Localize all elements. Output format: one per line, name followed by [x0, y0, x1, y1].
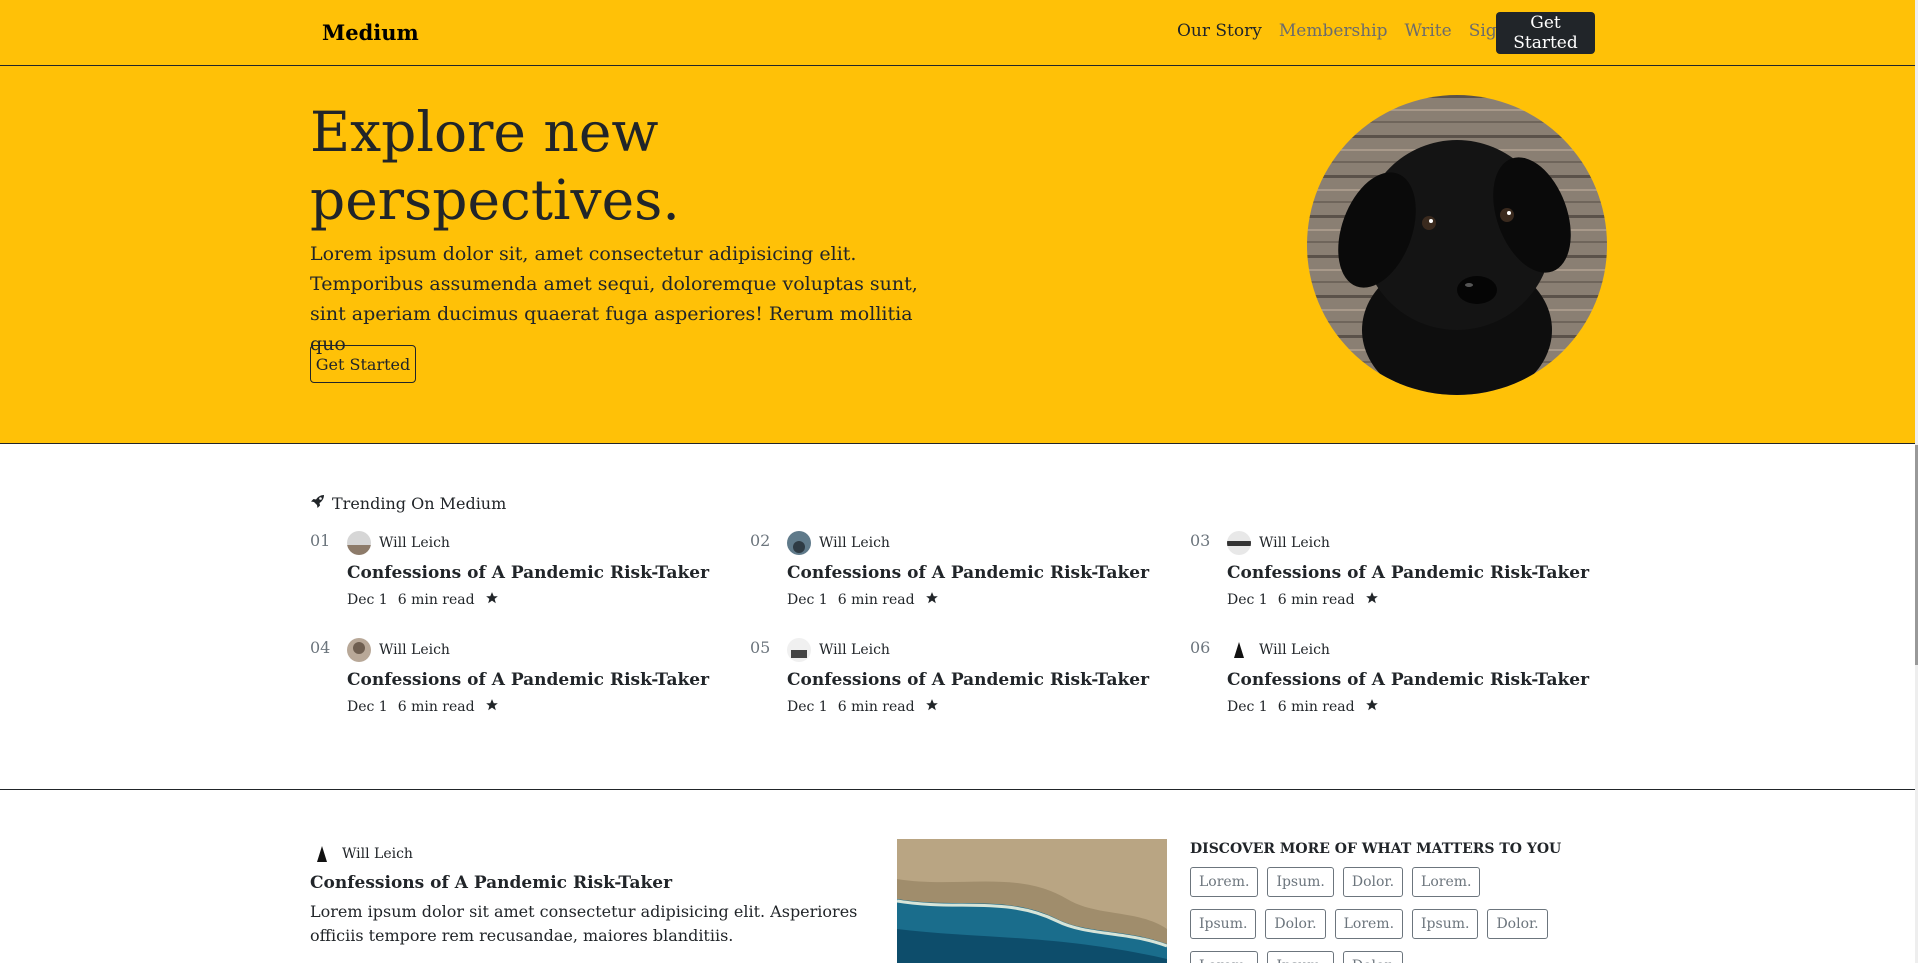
nav-link-our-story[interactable]: Our Story — [1177, 21, 1262, 41]
read-time: 6 min read — [837, 592, 915, 608]
nav-link-write[interactable]: Write — [1405, 21, 1452, 41]
topic-tag[interactable]: Lorem. — [1190, 867, 1259, 897]
trending-number: 06 — [1190, 638, 1211, 657]
rocket-icon — [310, 493, 326, 513]
trending-number: 04 — [310, 638, 331, 657]
nav-link-membership[interactable]: Membership — [1279, 21, 1388, 41]
nav-get-started-button[interactable]: Get Started — [1496, 12, 1595, 54]
discover-tags: Lorem. Ipsum. Dolor. Lorem. Ipsum. Dolor… — [1190, 867, 1550, 963]
brand-logo[interactable]: Medium — [322, 20, 419, 45]
navbar: Medium Our Story Membership Write Sign I… — [0, 0, 1918, 66]
avatar — [1227, 638, 1251, 662]
trending-title[interactable]: Confessions of A Pandemic Risk-Taker — [1227, 563, 1589, 583]
trending-title[interactable]: Confessions of A Pandemic Risk-Taker — [347, 670, 709, 690]
trending-item[interactable]: 04 Will Leich Confessions of A Pandemic … — [310, 638, 730, 728]
topic-tag[interactable]: Lorem. — [1412, 867, 1481, 897]
post-date: Dec 1 — [787, 699, 828, 715]
topic-tag[interactable]: Ipsum. — [1267, 951, 1334, 963]
hero-get-started-button[interactable]: Get Started — [310, 345, 416, 383]
trending-title[interactable]: Confessions of A Pandemic Risk-Taker — [787, 670, 1149, 690]
topic-tag[interactable]: Dolor. — [1487, 909, 1548, 939]
hero-section: Explore new perspectives. Lorem ipsum do… — [0, 66, 1918, 444]
read-time: 6 min read — [1277, 592, 1355, 608]
topic-tag[interactable]: Ipsum. — [1412, 909, 1479, 939]
author-name: Will Leich — [1259, 642, 1330, 658]
star-icon — [1365, 698, 1379, 716]
post-date: Dec 1 — [787, 592, 828, 608]
avatar — [347, 531, 371, 555]
avatar — [347, 638, 371, 662]
star-icon — [485, 591, 499, 609]
read-time: 6 min read — [397, 699, 475, 715]
avatar — [787, 638, 811, 662]
star-icon — [925, 591, 939, 609]
trending-meta: Dec 1 6 min read — [1227, 591, 1379, 609]
trending-title[interactable]: Confessions of A Pandemic Risk-Taker — [347, 563, 709, 583]
trending-heading: Trending On Medium — [310, 493, 506, 513]
topic-tag[interactable]: Dolor. — [1265, 909, 1326, 939]
trending-meta: Dec 1 6 min read — [787, 698, 939, 716]
trending-title[interactable]: Confessions of A Pandemic Risk-Taker — [787, 563, 1149, 583]
trending-item[interactable]: 01 Will Leich Confessions of A Pandemic … — [310, 531, 730, 621]
trending-author[interactable]: Will Leich — [787, 638, 890, 662]
topic-tag[interactable]: Dolor. — [1342, 867, 1404, 897]
read-time: 6 min read — [1277, 699, 1355, 715]
trending-item[interactable]: 05 Will Leich Confessions of A Pandemic … — [750, 638, 1170, 728]
author-name: Will Leich — [819, 535, 890, 551]
author-name: Will Leich — [819, 642, 890, 658]
topic-tag[interactable]: Ipsum. — [1190, 909, 1257, 939]
topic-tag[interactable]: Lorem. — [1190, 951, 1259, 963]
trending-author[interactable]: Will Leich — [1227, 638, 1330, 662]
trending-meta: Dec 1 6 min read — [1227, 698, 1379, 716]
topic-tag[interactable]: Lorem. — [1334, 909, 1404, 939]
trending-meta: Dec 1 6 min read — [347, 698, 499, 716]
trending-item[interactable]: 06 Will Leich Confessions of A Pandemic … — [1190, 638, 1610, 728]
trending-author[interactable]: Will Leich — [1227, 531, 1330, 555]
trending-number: 01 — [310, 531, 331, 550]
read-time: 6 min read — [397, 592, 475, 608]
hero-puppy-image — [1307, 95, 1607, 395]
trending-number: 02 — [750, 531, 771, 550]
hero-title: Explore new perspectives. — [310, 100, 680, 232]
trending-number: 03 — [1190, 531, 1211, 550]
trending-heading-label: Trending On Medium — [332, 493, 507, 513]
star-icon — [1365, 591, 1379, 609]
post-date: Dec 1 — [347, 699, 388, 715]
read-time: 6 min read — [837, 699, 915, 715]
author-name: Will Leich — [1259, 535, 1330, 551]
author-name: Will Leich — [379, 642, 450, 658]
post-excerpt: Lorem ipsum dolor sit amet consectetur a… — [310, 902, 858, 945]
author-name: Will Leich — [379, 535, 450, 551]
trending-section: Trending On Medium 01 Will Leich Confess… — [0, 445, 1918, 790]
hero-text: Lorem ipsum dolor sit, amet consectetur … — [310, 243, 918, 355]
avatar — [310, 842, 334, 866]
trending-number: 05 — [750, 638, 771, 657]
avatar — [1227, 531, 1251, 555]
star-icon — [925, 698, 939, 716]
trending-title[interactable]: Confessions of A Pandemic Risk-Taker — [1227, 670, 1589, 690]
trending-item[interactable]: 02 Will Leich Confessions of A Pandemic … — [750, 531, 1170, 621]
nav-links: Our Story Membership Write Sign In — [1177, 21, 1531, 41]
trending-author[interactable]: Will Leich — [787, 531, 890, 555]
post-author[interactable]: Will Leich — [310, 842, 413, 866]
post-date: Dec 1 — [1227, 592, 1268, 608]
topic-tag[interactable]: Ipsum. — [1267, 867, 1334, 897]
avatar — [787, 531, 811, 555]
discover-title: Discover more of what matters to you — [1190, 841, 1562, 857]
trending-meta: Dec 1 6 min read — [347, 591, 499, 609]
post-date: Dec 1 — [1227, 699, 1268, 715]
author-name: Will Leich — [342, 846, 413, 862]
trending-author[interactable]: Will Leich — [347, 638, 450, 662]
trending-author[interactable]: Will Leich — [347, 531, 450, 555]
trending-meta: Dec 1 6 min read — [787, 591, 939, 609]
topic-tag[interactable]: Dolor. — [1342, 951, 1404, 963]
post-title[interactable]: Confessions of A Pandemic Risk-Taker — [310, 873, 672, 893]
post-coast-image[interactable] — [897, 839, 1167, 963]
post-date: Dec 1 — [347, 592, 388, 608]
star-icon — [485, 698, 499, 716]
trending-item[interactable]: 03 Will Leich Confessions of A Pandemic … — [1190, 531, 1610, 621]
